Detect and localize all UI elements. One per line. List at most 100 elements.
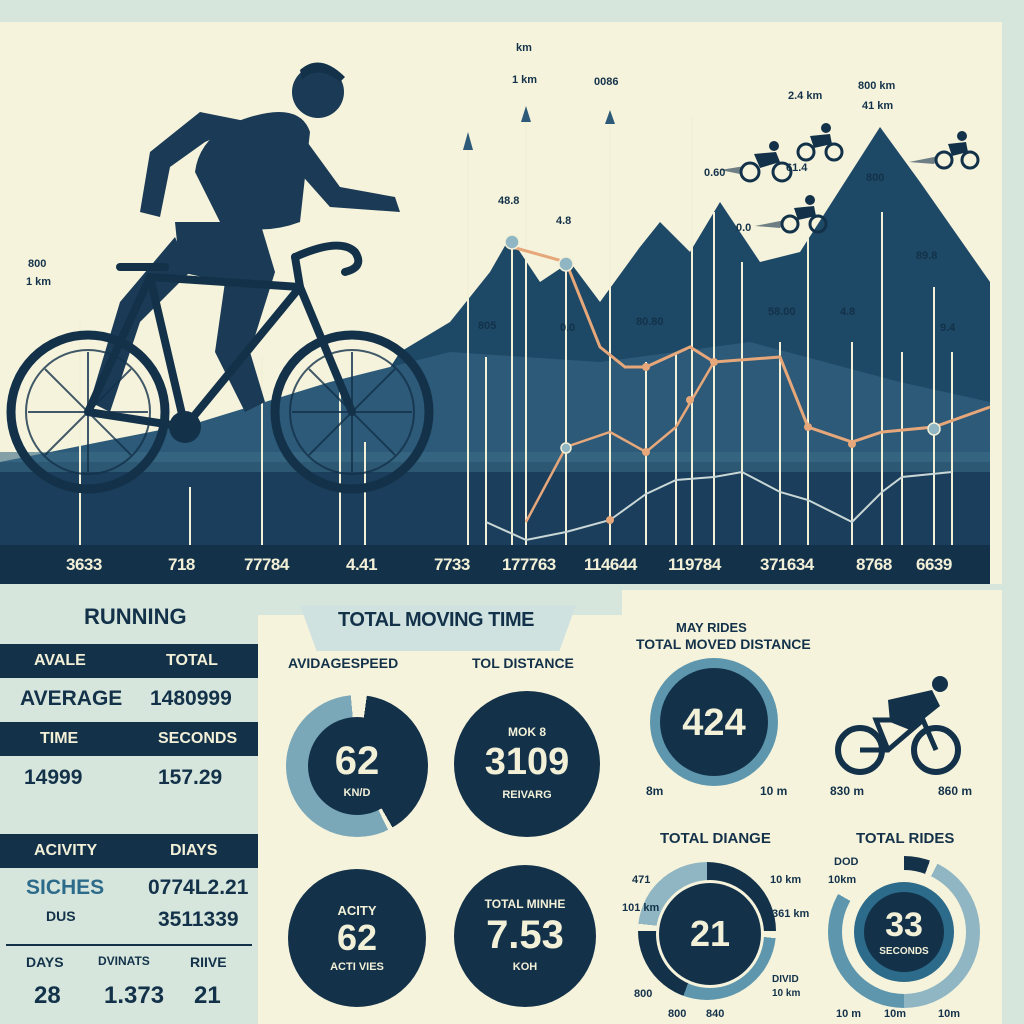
peak-label: 800 km: [858, 80, 896, 92]
rides-title-1: MAY RIDES: [676, 620, 747, 635]
axis-tick: 718: [168, 555, 195, 574]
activity-panel: ACIVITY DIAYS SICHES 0774L2.21 DUS 35113…: [0, 828, 258, 1024]
rides-label: DOD: [834, 856, 859, 868]
row-value: 1480999: [150, 687, 232, 710]
activity-value: 62: [336, 917, 378, 958]
diag-label: 101 km: [622, 902, 660, 914]
peak-label: 2.4 km: [788, 90, 823, 102]
rides-label: 10m: [938, 1008, 961, 1020]
axis-tick: 8768: [856, 555, 892, 574]
speed-value: 62: [334, 739, 380, 783]
activity-sub: ACTI VIES: [330, 961, 384, 973]
minutes-sub: KOH: [512, 961, 538, 973]
axis-tick: 177763: [502, 555, 556, 574]
big-ring: 424: [650, 658, 778, 786]
divider: [6, 944, 252, 946]
row-label: 14999: [24, 766, 83, 789]
running-panel: RUNNING AVALE TOTAL AVERAGE 1480999 TIME…: [0, 590, 258, 802]
axis-tick: 371634: [760, 555, 814, 574]
moving-title: TOTAL MOVING TIME: [338, 609, 534, 631]
peak-label: 0.60: [704, 167, 726, 179]
foot-label: DVINATS: [98, 954, 150, 968]
minutes-circle: TOTAL MINHE 7.53 KOH: [454, 865, 596, 1007]
rides-label: 10 m: [836, 1008, 862, 1020]
distance-top: MOK 8: [507, 725, 546, 739]
col-header: TOTAL: [166, 652, 218, 669]
diag-value: 21: [689, 913, 731, 954]
axis-tick: 7733: [434, 555, 470, 574]
peak-label: 80.80: [636, 316, 664, 328]
left-note-line2: 1 km: [26, 276, 52, 288]
foot-value: 1.373: [104, 982, 165, 1009]
peak-label: 0.0: [736, 222, 752, 234]
rides-label: 10m: [884, 1008, 907, 1020]
axis-tick: 3633: [66, 555, 102, 574]
rides-label: 10km: [828, 874, 857, 886]
running-header-bar: AVALE TOTAL: [0, 644, 258, 678]
col-header: SECONDS: [158, 730, 238, 747]
foot-value: 28: [34, 982, 61, 1009]
rides-value: 33: [885, 906, 923, 944]
peak-label: 0086: [594, 76, 619, 88]
foot-value: 21: [194, 982, 221, 1009]
peak-label: 1 km: [512, 74, 538, 86]
row-value: 157.29: [158, 766, 223, 789]
activity-header-bar: ACIVITY DIAYS: [0, 834, 258, 868]
peak-label: 4.8: [556, 215, 572, 227]
left-note-line1: 800: [28, 258, 47, 270]
distance-sub: REIVARG: [502, 789, 552, 801]
peak-label: 89.8: [916, 250, 938, 262]
rides-title-2: TOTAL MOVED DISTANCE: [636, 636, 811, 652]
axis-bar: [0, 545, 990, 584]
moving-time-panel: TOTAL MOVING TIME AVIDAGESPEED TOL DISTA…: [258, 605, 622, 1024]
axis-tick: 77784: [244, 555, 289, 574]
small-label: 8m: [646, 784, 664, 798]
foot-label: DAYS: [26, 954, 64, 970]
col-header: DIAYS: [170, 842, 218, 859]
running-header-bar-2: TIME SECONDS: [0, 722, 258, 756]
label-speed: AVIDAGESPEED: [288, 655, 399, 671]
speed-ring: 62 KN/D: [286, 695, 428, 837]
bike-icon: [835, 676, 961, 775]
label-distance: TOL DISTANCE: [472, 655, 574, 671]
row-value: 0774L2.21: [148, 876, 249, 899]
peak-label: 9.4: [940, 322, 956, 334]
distance-value: 3109: [484, 741, 570, 783]
diag-label: 10 km: [772, 988, 801, 999]
minutes-top: TOTAL MINHE: [484, 897, 566, 911]
minutes-value: 7.53: [486, 913, 564, 957]
col-header: AVALE: [34, 652, 86, 669]
row-label: AVERAGE: [20, 687, 123, 710]
peak-label: 61.4: [786, 162, 808, 174]
peak-label: km: [516, 42, 532, 54]
col-header: TIME: [40, 730, 79, 747]
bike-label: 860 m: [938, 784, 973, 798]
hero-illustration: 800 1 km km 1 km 0086 2.4 km 800 km 41 k…: [0, 22, 1002, 584]
activity-circle: ACITY 62 ACTI VIES: [288, 869, 426, 1007]
diag-label: DIVID: [772, 974, 799, 985]
diag-label: 471: [632, 874, 651, 886]
big-value: 424: [682, 702, 746, 744]
row-label: DUS: [46, 908, 76, 924]
hero-scene: [0, 22, 1002, 584]
bike-label: 830 m: [830, 784, 865, 798]
row-value: 3511339: [158, 908, 239, 931]
peak-label: 58.00: [768, 306, 796, 318]
activity-top: ACITY: [337, 903, 377, 918]
rides-sub: SECONDS: [879, 946, 929, 957]
diag-label: 840: [706, 1008, 725, 1020]
col-header: ACIVITY: [34, 842, 98, 859]
axis-tick: 6639: [916, 555, 952, 574]
speed-unit: KN/D: [343, 787, 371, 799]
foot-label: RIIVE: [190, 954, 227, 970]
axis-tick: 4.41: [346, 555, 378, 574]
running-title: RUNNING: [84, 604, 187, 629]
rides-panel: MAY RIDES TOTAL MOVED DISTANCE 424 8m 10…: [622, 590, 1002, 1024]
axis-tick: 114644: [584, 555, 637, 574]
peak-label: 41 km: [862, 100, 894, 112]
small-label: 10 m: [760, 784, 788, 798]
distance-circle: MOK 8 3109 REIVARG: [454, 691, 600, 837]
peak-label: 4.8: [840, 306, 856, 318]
diag-label: 361 km: [772, 908, 810, 920]
row-label: SICHES: [26, 876, 105, 899]
